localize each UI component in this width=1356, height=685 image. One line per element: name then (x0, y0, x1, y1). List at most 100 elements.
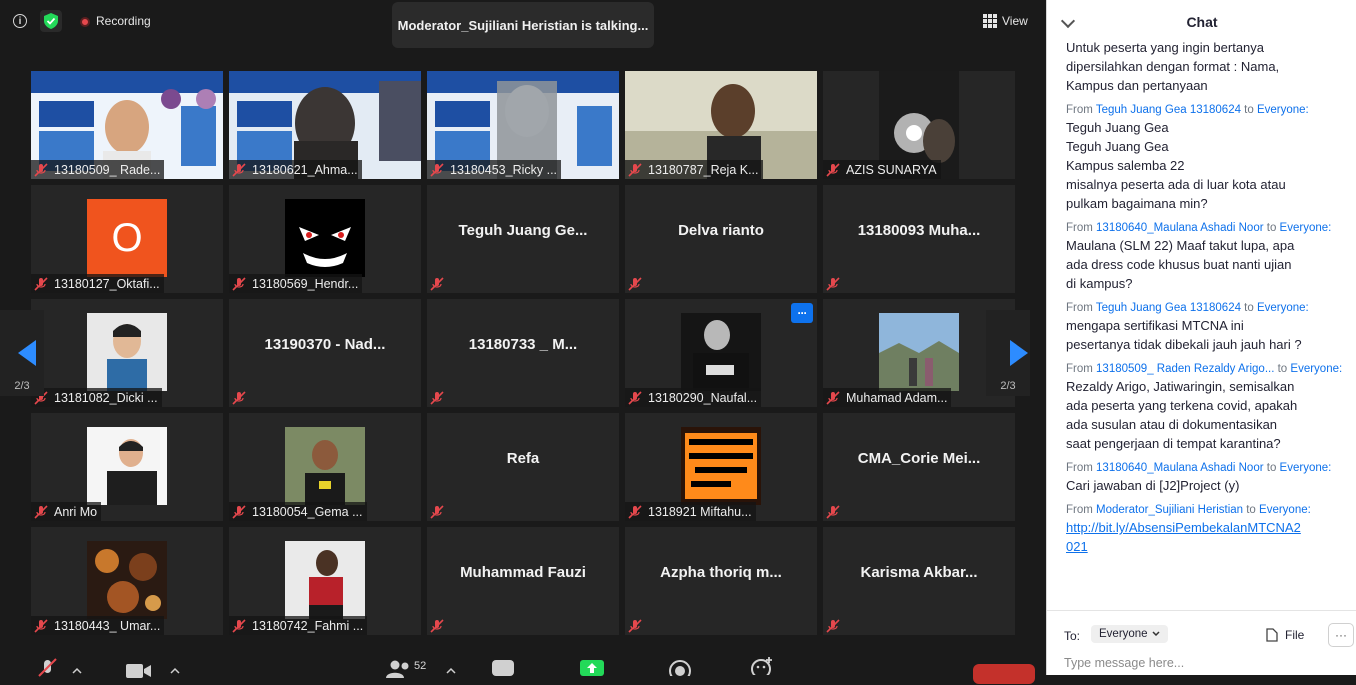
chat-messages[interactable]: Untuk peserta yang ingin bertanya dipersi… (1047, 40, 1356, 608)
participant-tile[interactable]: 13180742_Fahmi ... (229, 527, 421, 635)
participant-nameplate: 13180569_Hendr... (229, 274, 363, 293)
file-label: File (1285, 628, 1305, 642)
participant-tile[interactable]: AZIS SUNARYA (823, 71, 1015, 179)
participant-tile[interactable]: 13180621_Ahma... (229, 71, 421, 179)
participant-tile[interactable]: Muhammad Fauzi (427, 527, 619, 635)
mic-muted-icon (628, 162, 642, 177)
active-speaker-banner: Moderator_Sujiliani Heristian is talking… (392, 2, 654, 48)
info-icon[interactable]: i (9, 10, 31, 32)
recipient-select[interactable]: Everyone (1091, 625, 1168, 643)
participant-name: 13180290_Naufal... (648, 390, 758, 405)
participant-tile[interactable]: 13190370 - Nad... (229, 299, 421, 407)
participant-tile[interactable]: Anri Mo (31, 413, 223, 521)
participant-tile[interactable]: Teguh Juang Ge... (427, 185, 619, 293)
video-camera-icon[interactable] (126, 662, 152, 685)
chat-message-input[interactable] (1064, 656, 1334, 670)
participant-tile[interactable]: Azpha thoriq m... (625, 527, 817, 635)
chat-message-text: Untuk peserta yang ingin bertanya (1066, 40, 1265, 55)
video-options-chevron-icon[interactable] (170, 662, 180, 680)
participant-tile[interactable]: 13180787_Reja K... (625, 71, 817, 179)
chat-more-button[interactable]: ··· (1328, 623, 1354, 647)
participant-name: 13180787_Reja K... (648, 162, 759, 177)
sender-name[interactable]: 13180509_ Raden Rezaldy Arigo... (1096, 363, 1274, 375)
participants-options-chevron-icon[interactable] (446, 662, 456, 680)
chat-icon[interactable] (492, 660, 514, 681)
participant-name: 13180621_Ahma... (252, 162, 358, 177)
sender-name[interactable]: Teguh Juang Gea 13180624 (1096, 302, 1241, 314)
participant-avatar (87, 541, 167, 619)
participant-tile[interactable]: 13180290_Naufal... ··· (625, 299, 817, 407)
mic-muted-icon (430, 162, 444, 177)
recipient-name[interactable]: Everyone: (1290, 363, 1342, 375)
participant-tile[interactable]: 1318921 Miftahu... (625, 413, 817, 521)
participant-tile[interactable]: 13181082_Dicki ... (31, 299, 223, 407)
participant-avatar (285, 541, 365, 619)
grid-view-icon (983, 14, 997, 28)
participant-nameplate (427, 616, 454, 635)
participant-tile[interactable]: CMA_Corie Mei... (823, 413, 1015, 521)
end-meeting-button[interactable] (973, 664, 1035, 684)
recipient-name[interactable]: Everyone: (1257, 104, 1309, 116)
sender-name[interactable]: 13180640_Maulana Ashadi Noor (1096, 462, 1264, 474)
participant-name: 13180509_ Rade... (54, 162, 161, 177)
participant-tile[interactable]: 13180093 Muha... (823, 185, 1015, 293)
participant-nameplate: 13180787_Reja K... (625, 160, 763, 179)
chat-message-sender: From 13180640_Maulana Ashadi Noor to Eve… (1066, 462, 1332, 474)
audio-options-chevron-icon[interactable] (72, 662, 82, 680)
chat-message-link[interactable]: http://bit.ly/AbsensiPembekalanMTCNA2 (1066, 518, 1342, 537)
participant-name: 13180742_Fahmi ... (252, 618, 364, 633)
tile-more-button[interactable]: ··· (791, 303, 813, 323)
participant-nameplate (625, 274, 652, 293)
participant-tile[interactable]: 13180054_Gema ... (229, 413, 421, 521)
participant-tile[interactable]: 13180569_Hendr... (229, 185, 421, 293)
participant-nameplate: 13180290_Naufal... (625, 388, 762, 407)
view-button[interactable]: View (983, 10, 1035, 32)
participant-avatar (879, 313, 959, 391)
participant-tile[interactable]: 13180443_ Umar... (31, 527, 223, 635)
file-button[interactable]: File (1266, 628, 1304, 642)
participant-display-name: 13190370 - Nad... (264, 335, 386, 353)
participant-nameplate (625, 616, 652, 635)
participant-tile[interactable]: 13180453_Ricky ... (427, 71, 619, 179)
sender-name[interactable]: 13180640_Maulana Ashadi Noor (1096, 222, 1264, 234)
chat-message-link[interactable]: 021 (1066, 537, 1342, 556)
reactions-icon[interactable] (750, 657, 774, 680)
chat-footer: To: Everyone File ··· (1047, 610, 1356, 676)
shield-check-icon[interactable] (40, 10, 62, 32)
participant-nameplate: 13180453_Ricky ... (427, 160, 562, 179)
next-page-button[interactable]: 2/3 (986, 310, 1030, 396)
sender-name[interactable]: Teguh Juang Gea 13180624 (1096, 104, 1241, 116)
mic-muted-icon (38, 658, 57, 677)
recipient-name[interactable]: Everyone: (1259, 504, 1311, 516)
sender-name[interactable]: Moderator_Sujiliani Heristian (1096, 504, 1243, 516)
mic-muted-icon (430, 276, 444, 291)
participant-avatar (681, 427, 761, 505)
collapse-chevron-icon[interactable] (1060, 13, 1076, 29)
participant-tile[interactable]: Refa (427, 413, 619, 521)
mute-button[interactable] (36, 658, 60, 683)
recipient-name[interactable]: Everyone: (1280, 222, 1332, 234)
mic-muted-icon (628, 504, 642, 519)
participant-tile[interactable]: Delva rianto (625, 185, 817, 293)
participant-name: Muhamad Adam... (846, 390, 948, 405)
recipient-name[interactable]: Everyone: (1257, 302, 1309, 314)
participant-tile[interactable]: 13180733 _ M... (427, 299, 619, 407)
participant-nameplate (427, 502, 454, 521)
participant-tile[interactable]: 13180509_ Rade... (31, 71, 223, 179)
participant-avatar (87, 313, 167, 391)
chat-message: Untuk peserta yang ingin bertanya dipersi… (1066, 40, 1342, 95)
participant-name: 13180453_Ricky ... (450, 162, 558, 177)
participants-icon[interactable] (386, 660, 412, 683)
record-icon[interactable] (669, 660, 691, 682)
meeting-toolbar: 52 (0, 648, 1046, 682)
share-screen-icon[interactable] (580, 660, 604, 681)
chat-message-text: ada dress code khusus buat nanti ujian (1066, 257, 1292, 272)
page-indicator-left: 2/3 (14, 380, 30, 392)
mic-muted-icon (628, 276, 642, 291)
recipient-name[interactable]: Everyone: (1280, 462, 1332, 474)
participant-tile[interactable]: O 13180127_Oktafi... (31, 185, 223, 293)
chevron-down-icon (1152, 631, 1160, 637)
participant-tile[interactable]: Karisma Akbar... (823, 527, 1015, 635)
participant-display-name: Refa (506, 449, 540, 467)
previous-page-button[interactable]: 2/3 (0, 310, 44, 396)
